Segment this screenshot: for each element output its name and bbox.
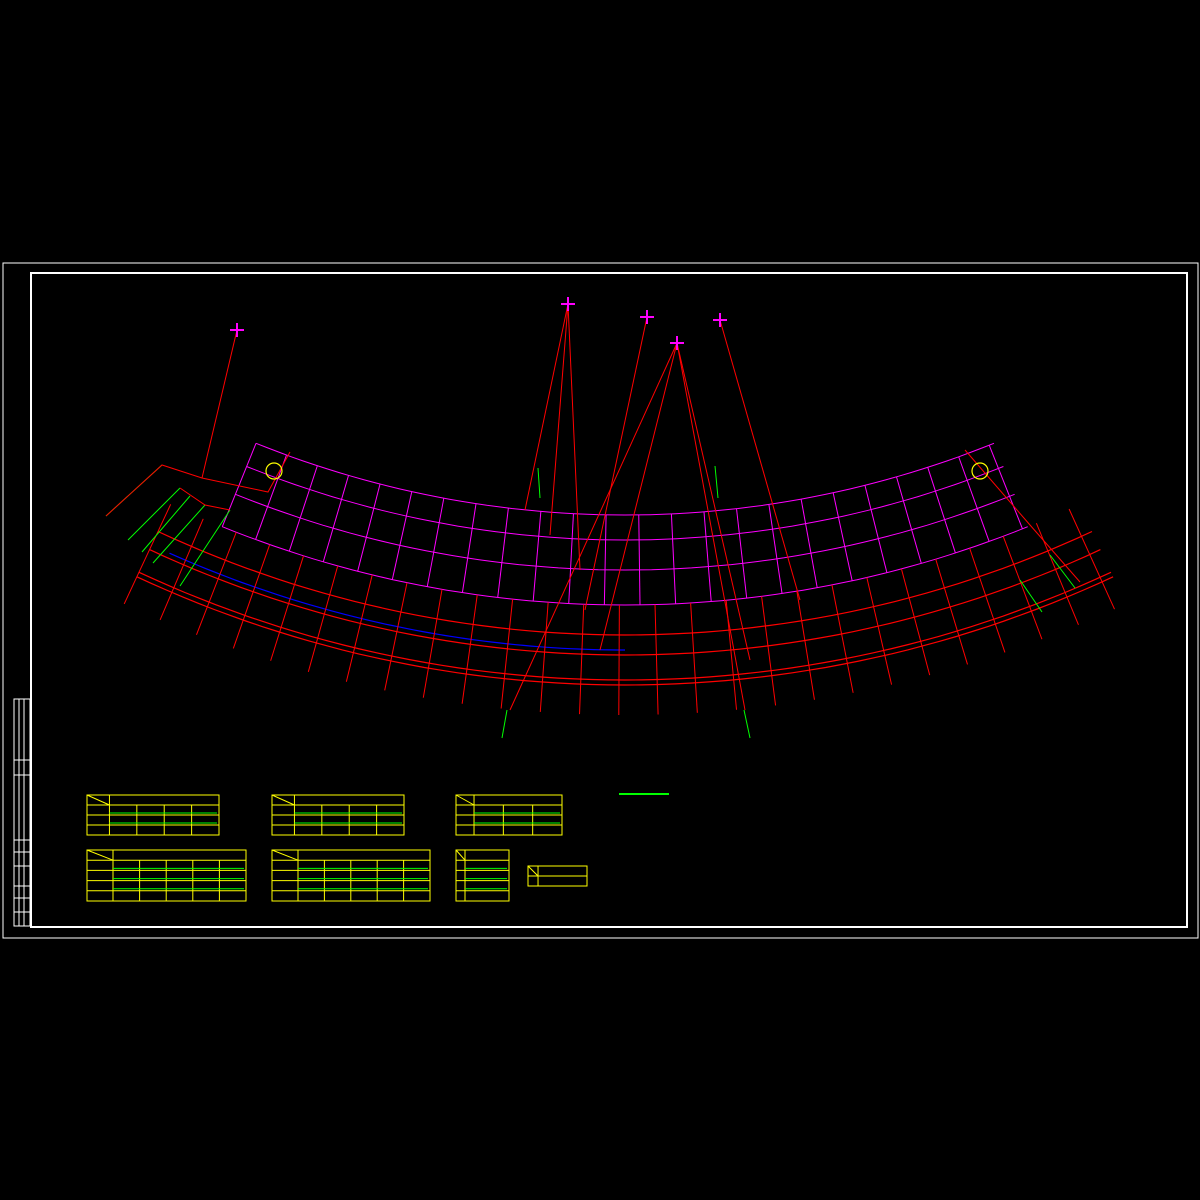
cad-drawing-canvas xyxy=(0,0,1200,1200)
red-radial xyxy=(618,604,620,715)
background xyxy=(0,0,1200,1200)
